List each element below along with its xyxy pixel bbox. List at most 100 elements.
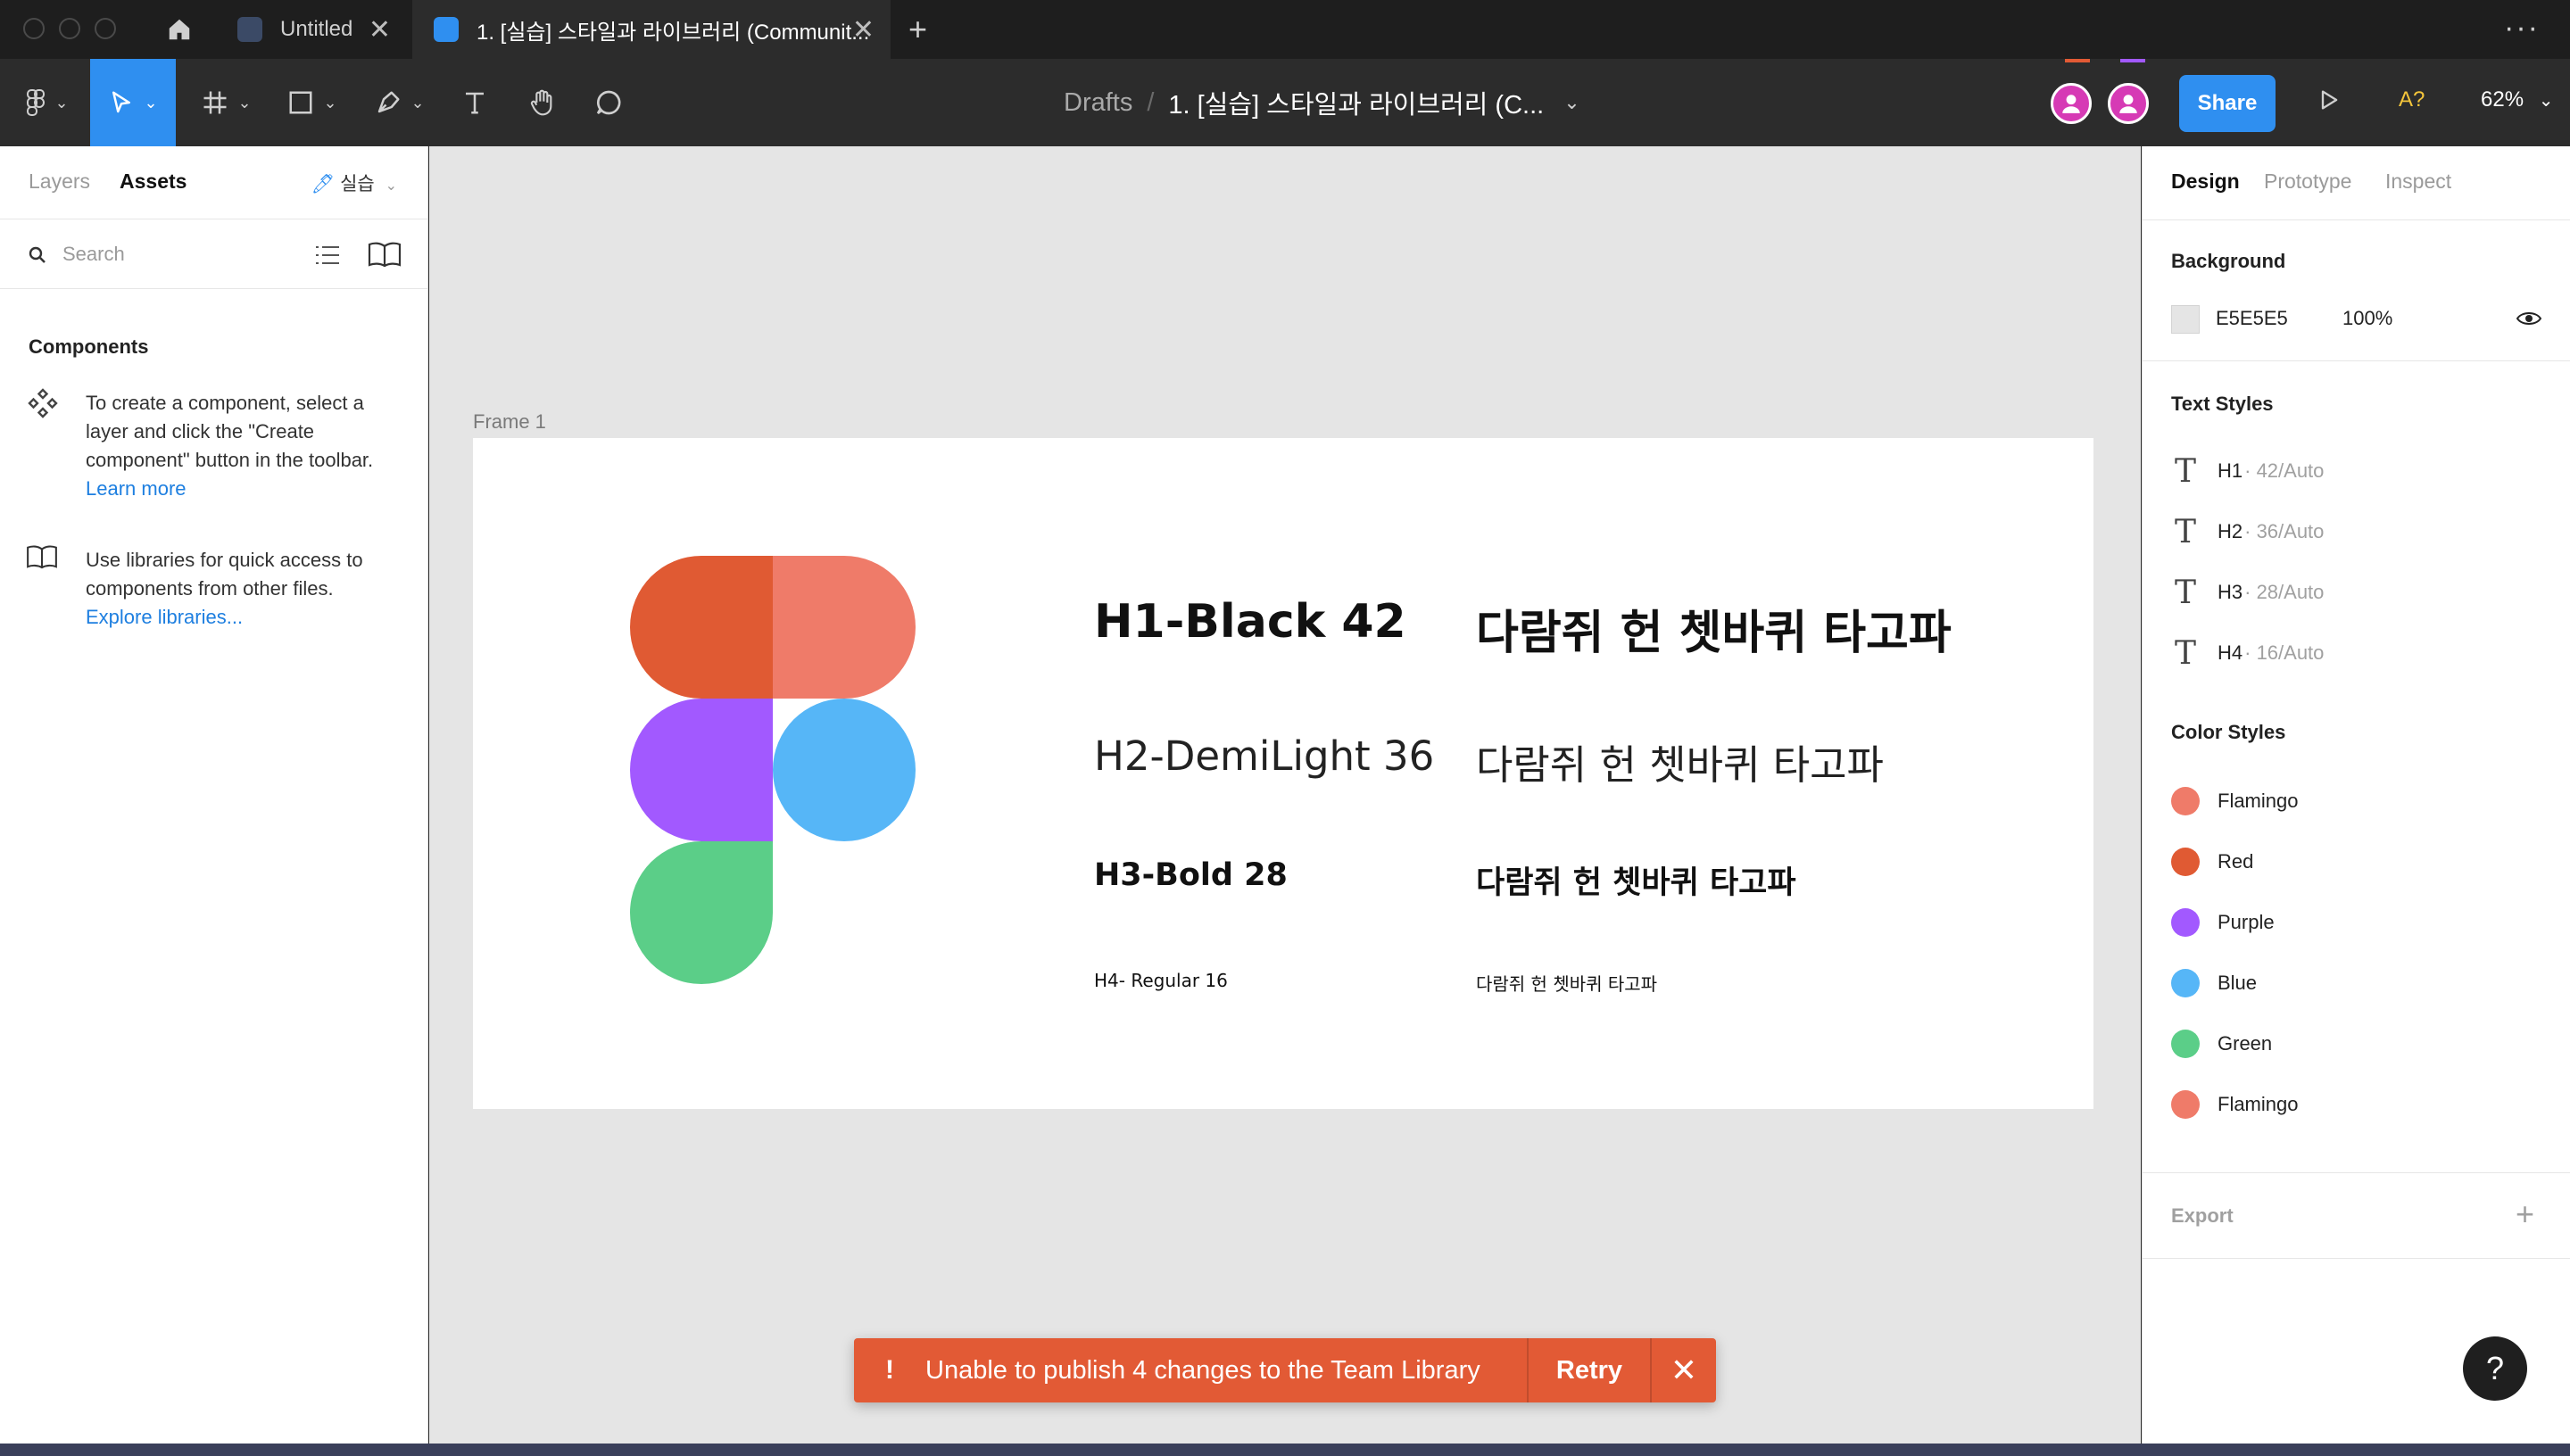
color-style-red[interactable]: Red <box>2171 844 2253 880</box>
page-selector[interactable]: 🖊 실습 ⌄ <box>311 170 397 196</box>
h3-sample[interactable]: 다람쥐 헌 쳇바퀴 타고파 <box>1476 857 1796 903</box>
breadcrumb: Drafts / 1. [실습] 스타일과 라이브러리 (C... ⌄ <box>1064 59 1580 146</box>
background-opacity-field[interactable]: 100% <box>2342 307 2392 330</box>
background-section-title: Background <box>2171 250 2286 272</box>
text-style-meta: · 28/Auto <box>2244 581 2325 603</box>
right-sidebar: Design Prototype Inspect Background E5E5… <box>2142 146 2570 1444</box>
shape-tool-button[interactable]: ⌄ <box>277 59 348 146</box>
background-color-swatch[interactable] <box>2171 305 2200 334</box>
text-style-name: H3 <box>2218 581 2243 603</box>
tab-inspect[interactable]: Inspect <box>2385 170 2451 194</box>
search-input[interactable] <box>62 237 294 271</box>
color-swatch <box>2171 1030 2200 1058</box>
logo-purple-shape <box>630 699 773 841</box>
home-button[interactable] <box>145 0 214 59</box>
chevron-down-icon: ⌄ <box>237 93 252 112</box>
text-tool-button[interactable] <box>448 59 502 146</box>
present-button[interactable] <box>2317 86 2342 119</box>
left-panel-tabs: Layers Assets 🖊 실습 ⌄ <box>0 146 427 219</box>
background-hex-field[interactable]: E5E5E5 <box>2216 307 2288 330</box>
tab-prototype[interactable]: Prototype <box>2264 170 2351 194</box>
page-name: 실습 <box>340 174 375 194</box>
color-style-purple[interactable]: Purple <box>2171 905 2275 940</box>
chevron-down-icon[interactable]: ⌄ <box>1563 91 1579 114</box>
frame-hash-icon <box>203 91 227 114</box>
close-icon[interactable]: ✕ <box>852 14 875 46</box>
window-zoom-dot[interactable] <box>95 18 116 39</box>
libraries-help-text: Use libraries for quick access to compon… <box>86 549 363 600</box>
h1-sample[interactable]: 다람쥐 헌 쳇바퀴 타고파 <box>1476 595 1952 662</box>
close-icon[interactable]: ✕ <box>369 14 391 46</box>
avatar[interactable] <box>2051 83 2092 124</box>
close-icon[interactable]: ✕ <box>1652 1352 1716 1389</box>
share-button[interactable]: Share <box>2179 75 2276 132</box>
text-style-h2[interactable]: T H2 · 36/Auto <box>2171 514 2324 550</box>
color-style-green[interactable]: Green <box>2171 1026 2272 1062</box>
move-tool-button[interactable]: ⌄ <box>90 59 176 146</box>
tab-label: 1. [실습] 스타일과 라이브러리 (Communit... <box>477 20 870 45</box>
main-menu-button[interactable]: ⌄ <box>16 59 79 146</box>
eye-icon[interactable] <box>2516 307 2542 330</box>
text-style-h1[interactable]: T H1 · 42/Auto <box>2171 453 2324 490</box>
help-button[interactable]: ? <box>2463 1336 2527 1401</box>
explore-libraries-link[interactable]: Explore libraries... <box>86 606 243 628</box>
frame-1[interactable]: H1-Black 42 다람쥐 헌 쳇바퀴 타고파 H2-DemiLight 3… <box>473 438 2093 1109</box>
h4-sample[interactable]: 다람쥐 헌 쳇바퀴 타고파 <box>1476 970 1657 996</box>
frame-tool-button[interactable]: ⌄ <box>191 59 262 146</box>
export-section-title: Export <box>2171 1204 2234 1227</box>
tab-active-file[interactable]: 1. [실습] 스타일과 라이브러리 (Communit... ✕ <box>412 0 891 59</box>
text-style-icon: T <box>2174 634 2196 672</box>
color-style-flamingo-2[interactable]: Flamingo <box>2171 1087 2298 1122</box>
missing-fonts-button[interactable]: A? <box>2399 87 2425 112</box>
presence-indicator <box>2065 59 2090 62</box>
learn-more-link[interactable]: Learn more <box>86 477 187 500</box>
tab-untitled[interactable]: Untitled ✕ <box>216 0 407 59</box>
window-close-dot[interactable] <box>23 18 45 39</box>
breadcrumb-file-name[interactable]: 1. [실습] 스타일과 라이브러리 (C... <box>1168 84 1544 121</box>
avatar[interactable] <box>2108 83 2149 124</box>
retry-button[interactable]: Retry <box>1529 1356 1650 1386</box>
color-style-flamingo[interactable]: Flamingo <box>2171 783 2298 819</box>
text-style-icon: T <box>2174 513 2196 550</box>
divider <box>2143 219 2570 220</box>
tab-assets[interactable]: Assets <box>120 170 187 194</box>
pen-tool-button[interactable]: ⌄ <box>364 59 435 146</box>
text-style-icon: T <box>2174 574 2196 611</box>
divider <box>2143 1172 2570 1173</box>
breadcrumb-drafts[interactable]: Drafts <box>1064 88 1132 118</box>
color-swatch <box>2171 848 2200 876</box>
color-style-blue[interactable]: Blue <box>2171 965 2257 1001</box>
window-minimize-dot[interactable] <box>59 18 80 39</box>
h2-sample[interactable]: 다람쥐 헌 쳇바퀴 타고파 <box>1476 732 1884 790</box>
tab-design[interactable]: Design <box>2171 170 2240 194</box>
text-style-h3[interactable]: T H3 · 28/Auto <box>2171 574 2325 611</box>
h1-label[interactable]: H1-Black 42 <box>1094 595 1406 649</box>
text-icon <box>466 92 484 114</box>
desktop-dock-edge <box>0 1444 2570 1456</box>
assets-search-bar <box>0 219 427 289</box>
text-style-meta: · 16/Auto <box>2244 641 2325 664</box>
figma-logo-artwork[interactable] <box>630 556 916 988</box>
tab-layers[interactable]: Layers <box>29 170 90 194</box>
list-view-icon[interactable] <box>314 243 341 268</box>
new-tab-icon[interactable]: + <box>908 11 927 48</box>
text-style-name: H1 <box>2218 459 2243 482</box>
h3-label[interactable]: H3-Bold 28 <box>1094 857 1288 893</box>
text-style-h4[interactable]: T H4 · 16/Auto <box>2171 634 2325 672</box>
left-sidebar: Layers Assets 🖊 실습 ⌄ Components To creat… <box>0 146 428 1444</box>
team-library-book-icon[interactable] <box>368 241 402 268</box>
logo-green-shape <box>630 841 773 984</box>
logo-blue-shape <box>773 699 916 841</box>
frame-name-label[interactable]: Frame 1 <box>473 410 546 434</box>
hand-tool-button[interactable] <box>516 59 569 146</box>
toolbar: ⌄ ⌄ ⌄ ⌄ ⌄ Drafts / 1. [실습] 스타일과 라이브러리 (C… <box>0 59 2570 146</box>
more-options-icon[interactable]: ··· <box>2504 11 2540 46</box>
comment-tool-button[interactable] <box>582 59 635 146</box>
play-icon <box>2321 90 2338 110</box>
zoom-menu[interactable]: 62% ⌄ <box>2481 87 2553 112</box>
rectangle-icon <box>289 91 312 114</box>
h4-label[interactable]: H4- Regular 16 <box>1094 970 1228 991</box>
h2-label[interactable]: H2-DemiLight 36 <box>1094 732 1434 780</box>
add-export-icon[interactable]: + <box>2516 1195 2534 1233</box>
comment-bubble-icon <box>596 90 621 115</box>
